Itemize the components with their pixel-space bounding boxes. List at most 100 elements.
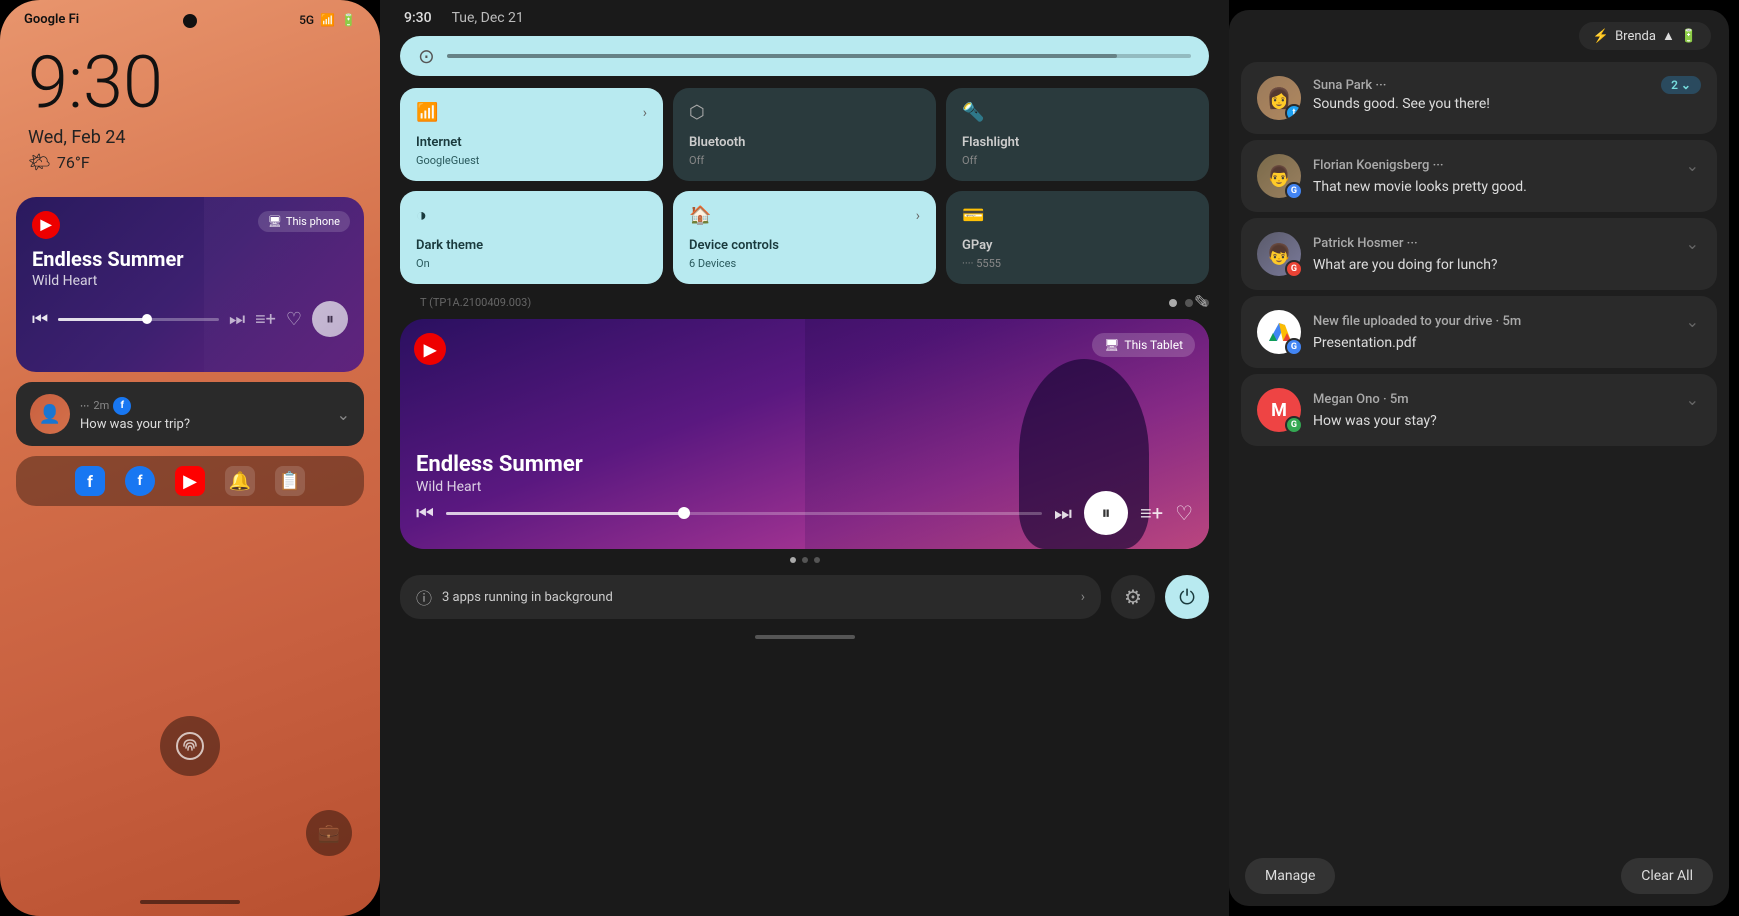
notif-chevron-icon[interactable]: ⌄ [337, 405, 350, 424]
devicecontrols-icon: 🏠 [689, 205, 711, 226]
bg-apps-pill[interactable]: ⓘ 3 apps running in background › [400, 575, 1101, 619]
media-prev-button[interactable]: ⏮ [416, 501, 434, 525]
notif-florian-content: Florian Koenigsberg ··· ⌄ That new movie… [1313, 154, 1701, 195]
notif-patrick-sender: Patrick Hosmer ··· [1313, 236, 1418, 251]
devicecontrols-subtitle: 6 Devices [689, 257, 920, 270]
avatar-suna: 👩 t [1257, 76, 1301, 120]
notif-florian-message: That new movie looks pretty good. [1313, 179, 1701, 195]
tablet-date: Tue, Dec 21 [452, 10, 524, 26]
music-device-badge: 🖥 This phone [258, 211, 350, 232]
notif-item-megan[interactable]: M G Megan Ono · 5m ⌄ How was your stay? [1241, 374, 1717, 446]
media-progress-bar[interactable] [446, 512, 1042, 515]
internet-title: Internet [416, 135, 647, 150]
notif-patrick-chevron[interactable]: ⌄ [1684, 232, 1701, 255]
notif-megan-header: Megan Ono · 5m ⌄ [1313, 388, 1701, 411]
media-app-icon: ▶ [414, 333, 446, 365]
edit-icon[interactable]: ✎ [1194, 292, 1209, 313]
phone-status-icons: 5G 📶 🔋 [299, 13, 356, 27]
power-button[interactable]: ⏻ [1165, 575, 1209, 619]
clear-all-button[interactable]: Clear All [1621, 858, 1713, 894]
notif-florian-chevron[interactable]: ⌄ [1684, 154, 1701, 177]
flashlight-icon: 🔦 [962, 102, 984, 123]
phone-carrier: Google Fi [24, 12, 79, 27]
tablet-time: 9:30 [404, 10, 432, 26]
phone-status-bar: Google Fi 5G 📶 🔋 [0, 0, 380, 27]
facebook2-icon[interactable]: f [125, 466, 155, 496]
notif-drive-chevron[interactable]: ⌄ [1684, 310, 1701, 333]
settings-button[interactable]: ⚙ [1111, 575, 1155, 619]
charge-icon: ⚡ [1593, 29, 1609, 44]
phone-notification-card[interactable]: 👤 ··· 2m f How was your trip? ⌄ [16, 382, 364, 446]
notif-suna-expand[interactable]: 2 ⌄ [1661, 76, 1701, 94]
flashlight-title: Flashlight [962, 135, 1193, 150]
phone-music-card[interactable]: ▶ 🖥 This phone Endless Summer Wild Heart… [16, 197, 364, 372]
qs-tile-flashlight[interactable]: 🔦 Flashlight Off [946, 88, 1209, 181]
page-dot-1 [1169, 299, 1177, 307]
media-controls-row: ⏮ ⏭ ⏸ ≡+ ♡ [416, 491, 1193, 535]
notif-megan-message: How was your stay? [1313, 413, 1701, 429]
manage-button[interactable]: Manage [1245, 858, 1335, 894]
notif-drive-header: New file uploaded to your drive · 5m ⌄ [1313, 310, 1701, 333]
notif-patrick-message: What are you doing for lunch? [1313, 257, 1701, 273]
notif-item-suna[interactable]: 👩 t Suna Park ··· 2 ⌄ Sounds good. See y… [1241, 62, 1717, 134]
tablet-status-bar: 9:30 Tue, Dec 21 [380, 0, 1229, 36]
qs-tile-gpay[interactable]: 💳 GPay ···· 5555 [946, 191, 1209, 284]
media-pause-button[interactable]: ⏸ [1084, 491, 1128, 535]
notif-item-patrick[interactable]: 👦 G Patrick Hosmer ··· ⌄ What are you do… [1241, 218, 1717, 290]
notif-florian-header: Florian Koenigsberg ··· ⌄ [1313, 154, 1701, 177]
youtube-icon[interactable]: ▶ [175, 466, 205, 496]
qs-tile-darktheme[interactable]: ◑ Dark theme On [400, 191, 663, 284]
google-badge-patrick: G [1285, 260, 1303, 278]
bell-icon[interactable]: 🔔 [225, 466, 255, 496]
media-queue-icon[interactable]: ≡+ [1140, 501, 1163, 526]
devicecontrols-title: Device controls [689, 238, 920, 253]
topbar-user-pill[interactable]: ⚡ Brenda ▲ 🔋 [1579, 22, 1711, 50]
signal-icon: 📶 [320, 13, 335, 27]
gpay-subtitle: ···· 5555 [962, 257, 1193, 270]
phone-home-indicator [140, 900, 240, 904]
notif-item-florian[interactable]: 👨 G Florian Koenigsberg ··· ⌄ That new m… [1241, 140, 1717, 212]
bg-apps-text: 3 apps running in background [442, 590, 1071, 605]
notif-drive-content: New file uploaded to your drive · 5m ⌄ P… [1313, 310, 1701, 351]
music-progress-bar[interactable] [58, 318, 219, 321]
media-heart-icon[interactable]: ♡ [1175, 501, 1193, 525]
internet-chevron: › [643, 105, 647, 121]
fingerprint-button[interactable] [160, 716, 220, 776]
quick-settings-grid: 📶 › Internet GoogleGuest ⬡ Bluetooth Off… [400, 88, 1209, 284]
notif-suna-sender: Suna Park ··· [1313, 78, 1386, 93]
notif-item-drive[interactable]: G New file uploaded to your drive · 5m ⌄… [1241, 296, 1717, 368]
battery-icon: 🔋 [341, 13, 356, 27]
darktheme-subtitle: On [416, 257, 647, 270]
music-app-icon: ▶ [32, 211, 60, 239]
media-dot-2 [802, 557, 808, 563]
notif-patrick-header: Patrick Hosmer ··· ⌄ [1313, 232, 1701, 255]
bluetooth-subtitle: Off [689, 154, 920, 167]
notif-megan-content: Megan Ono · 5m ⌄ How was your stay? [1313, 388, 1701, 429]
google-badge-megan: G [1285, 416, 1303, 434]
media-page-dots [380, 557, 1229, 563]
qs-tile-devicecontrols[interactable]: 🏠 › Device controls 6 Devices [673, 191, 936, 284]
twitter-badge: t [1285, 104, 1301, 120]
media-next-button[interactable]: ⏭ [1054, 501, 1072, 525]
phone-camera-dot [183, 14, 197, 28]
prev-button[interactable]: ⏮ [32, 309, 48, 330]
media-info: Endless Summer Wild Heart [416, 452, 583, 495]
media-player[interactable]: ▶ 🖥 This Tablet Endless Summer Wild Hear… [400, 319, 1209, 549]
darktheme-icon: ◑ [416, 205, 427, 226]
device-badge-label: This phone [286, 215, 340, 228]
bluetooth-title: Bluetooth [689, 135, 920, 150]
brightness-slider[interactable] [447, 54, 1191, 58]
tablet-build: T (TP1A.2100409.003) [400, 296, 1161, 309]
tablet-panel: 9:30 Tue, Dec 21 ⊙ 📶 › Internet GoogleGu… [380, 0, 1229, 916]
brightness-row[interactable]: ⊙ [400, 36, 1209, 76]
media-tablet-badge: 🖥 This Tablet [1092, 333, 1195, 357]
notif-suna-header: Suna Park ··· 2 ⌄ [1313, 76, 1701, 94]
notif-topbar: ⚡ Brenda ▲ 🔋 [1229, 10, 1729, 62]
notif-megan-chevron[interactable]: ⌄ [1684, 388, 1701, 411]
qs-tile-header-dc: 🏠 › [689, 205, 920, 226]
qs-tile-internet[interactable]: 📶 › Internet GoogleGuest [400, 88, 663, 181]
facebook-icon[interactable]: f [75, 466, 105, 496]
msg-icon[interactable]: 📋 [275, 466, 305, 496]
qs-tile-bluetooth[interactable]: ⬡ Bluetooth Off [673, 88, 936, 181]
briefcase-button[interactable]: 💼 [306, 810, 352, 856]
